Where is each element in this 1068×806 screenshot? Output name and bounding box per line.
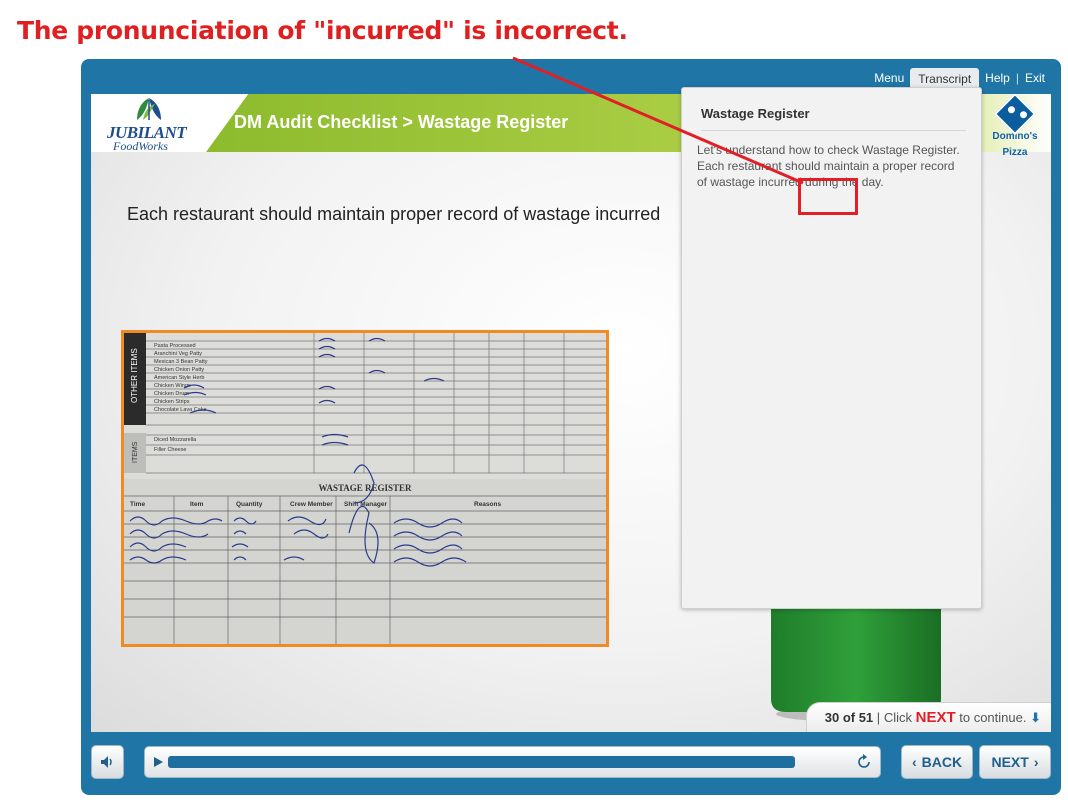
back-button[interactable]: ‹ BACK xyxy=(901,745,973,779)
transcript-divider xyxy=(701,130,966,131)
volume-button[interactable] xyxy=(91,745,124,779)
help-link[interactable]: Help xyxy=(979,68,1016,88)
item-row: American Style Herb xyxy=(154,375,204,381)
column-header: Crew Member xyxy=(290,501,333,508)
item-row: Pasta Processed xyxy=(154,343,196,349)
play-icon[interactable] xyxy=(152,756,164,768)
next-button[interactable]: NEXT › xyxy=(979,745,1051,779)
transcript-line-1: Let's understand how to check Wastage Re… xyxy=(697,143,960,157)
domino-tile-icon xyxy=(993,94,1037,136)
cheese-row: Diced Mozzarella xyxy=(154,437,197,443)
item-row: Chicken Strips xyxy=(154,399,190,405)
cheese-row: Filler Cheese xyxy=(154,447,186,453)
register-sheet-illustration: OTHER ITEMS ITEMS Pasta Processed Aranch… xyxy=(124,333,606,644)
exit-link[interactable]: Exit xyxy=(1019,68,1051,88)
dominos-logo: Domino's Pizza xyxy=(985,94,1045,158)
page-indicator: 30 of 51 xyxy=(824,710,874,725)
continue-text: to continue. xyxy=(959,710,1027,725)
slide-body-text: Each restaurant should maintain proper r… xyxy=(127,204,661,224)
page-separator: | xyxy=(876,710,881,725)
item-row: Chicken Onion Patty xyxy=(154,367,204,373)
chevron-right-icon: › xyxy=(1033,754,1039,770)
item-row: Mexican 3 Bean Patty xyxy=(154,359,208,365)
chevron-left-icon: ‹ xyxy=(911,754,917,770)
annotation-caption: The pronunciation of "incurred" is incor… xyxy=(17,16,628,45)
item-row: Chicken Drum xyxy=(154,391,189,397)
page-counter-bar: 30 of 51 | Click NEXT to continue. ⬇ xyxy=(805,702,1051,732)
register-heading: WASTAGE REGISTER xyxy=(318,483,412,493)
course-title: DM Audit Checklist > Wastage Register xyxy=(234,112,569,132)
wastage-register-photo: OTHER ITEMS ITEMS Pasta Processed Aranch… xyxy=(121,330,609,647)
progress-fill xyxy=(168,756,795,768)
leaf-emblem-icon xyxy=(137,98,161,120)
transcript-title: Wastage Register xyxy=(701,106,810,121)
column-header: Item xyxy=(190,501,204,508)
progress-bar[interactable] xyxy=(144,746,881,778)
side-label-bottom: ITEMS xyxy=(132,441,139,463)
replay-icon[interactable] xyxy=(856,754,872,770)
dominos-brand-line2: Pizza xyxy=(1002,147,1028,158)
column-header: Shift Manager xyxy=(344,501,387,508)
playback-controls: ‹ BACK NEXT › xyxy=(91,745,1051,781)
item-row: Chicken Wings xyxy=(154,383,191,389)
transcript-panel: Wastage Register Let's understand how to… xyxy=(681,87,982,609)
item-row: Aranchini Veg Patty xyxy=(154,351,202,357)
next-hint-word: NEXT xyxy=(915,709,956,726)
highlight-box xyxy=(798,178,858,215)
speaker-icon xyxy=(100,756,112,768)
jubilant-logo: JUBILANT FoodWorks xyxy=(101,96,201,153)
next-button-label: NEXT xyxy=(991,754,1029,770)
logo-text-foodworks: FoodWorks xyxy=(113,139,168,153)
column-header: Time xyxy=(130,501,145,508)
down-arrow-icon: ⬇ xyxy=(1030,710,1041,725)
click-text: Click xyxy=(883,710,912,725)
side-label-top: OTHER ITEMS xyxy=(130,348,139,403)
menu-link[interactable]: Menu xyxy=(868,68,910,88)
top-navigation: Menu Transcript Help | Exit xyxy=(868,68,1051,90)
column-header: Reasons xyxy=(474,501,501,508)
back-button-label: BACK xyxy=(921,754,963,770)
column-header: Quantity xyxy=(236,501,263,508)
